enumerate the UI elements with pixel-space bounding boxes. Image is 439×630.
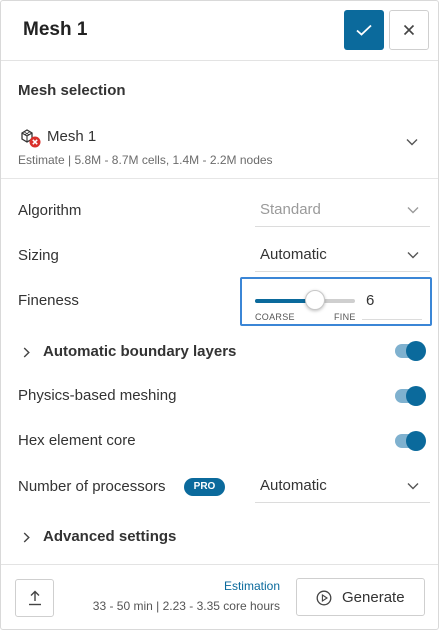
upload-button[interactable] (15, 579, 54, 617)
confirm-button[interactable] (344, 10, 384, 50)
processors-label: Number of processors (18, 478, 166, 495)
generate-button[interactable]: Generate (296, 578, 425, 616)
generate-label: Generate (342, 589, 405, 606)
boundary-layers-toggle[interactable] (395, 341, 426, 361)
processors-value: Automatic (260, 477, 327, 494)
panel-header: Mesh 1 (1, 1, 438, 61)
upload-icon (28, 590, 41, 606)
sizing-label: Sizing (18, 247, 59, 264)
estimation-detail: 33 - 50 min | 2.23 - 3.35 core hours (92, 599, 280, 613)
pro-badge: PRO (184, 478, 225, 496)
processors-select[interactable]: Automatic (255, 469, 430, 503)
mesh-selection-title: Mesh selection (18, 82, 126, 99)
boundary-layers-expander[interactable]: Automatic boundary layers (43, 343, 236, 360)
sizing-select[interactable]: Automatic (255, 238, 430, 272)
physics-based-label: Physics-based meshing (18, 387, 177, 404)
fineness-value-input[interactable]: 6 (366, 292, 374, 309)
check-icon (356, 24, 372, 36)
close-button[interactable] (389, 10, 429, 50)
fineness-min-label: COARSE (255, 312, 295, 322)
toggle-knob (406, 431, 426, 451)
chevron-down-icon (407, 483, 419, 490)
close-icon (403, 24, 415, 36)
play-circle-icon (316, 590, 332, 606)
fineness-max-label: FINE (334, 312, 356, 322)
algorithm-label: Algorithm (18, 202, 82, 219)
mesh-panel: Mesh 1 Mesh selection Mesh 1 Estimate | … (0, 0, 439, 630)
sizing-value: Automatic (260, 246, 327, 263)
hex-core-toggle[interactable] (395, 431, 426, 451)
toggle-knob (406, 341, 426, 361)
mesh-selector[interactable]: Mesh 1 Estimate | 5.8M - 8.7M cells, 1.4… (1, 119, 438, 179)
estimation-link[interactable]: Estimation (224, 579, 280, 593)
mesh-name: Mesh 1 (47, 128, 97, 145)
panel-footer: Estimation 33 - 50 min | 2.23 - 3.35 cor… (1, 564, 438, 629)
chevron-right-icon[interactable] (23, 532, 30, 543)
algorithm-value: Standard (260, 201, 321, 218)
algorithm-select: Standard (255, 193, 430, 227)
chevron-down-icon (407, 207, 419, 214)
panel-title: Mesh 1 (23, 19, 88, 40)
chevron-down-icon[interactable] (406, 138, 418, 146)
hex-core-label: Hex element core (18, 432, 136, 449)
fineness-control: 6 COARSE FINE (240, 277, 432, 326)
mesh-error-icon (21, 129, 41, 148)
mesh-estimate: Estimate | 5.8M - 8.7M cells, 1.4M - 2.2… (18, 153, 273, 167)
toggle-knob (406, 386, 426, 406)
chevron-right-icon[interactable] (23, 347, 30, 358)
fineness-label: Fineness (18, 292, 79, 309)
advanced-settings-expander[interactable]: Advanced settings (43, 528, 176, 545)
fineness-slider-handle[interactable] (305, 290, 325, 310)
chevron-down-icon (407, 252, 419, 259)
physics-based-toggle[interactable] (395, 386, 426, 406)
fineness-value-underline (362, 319, 422, 320)
